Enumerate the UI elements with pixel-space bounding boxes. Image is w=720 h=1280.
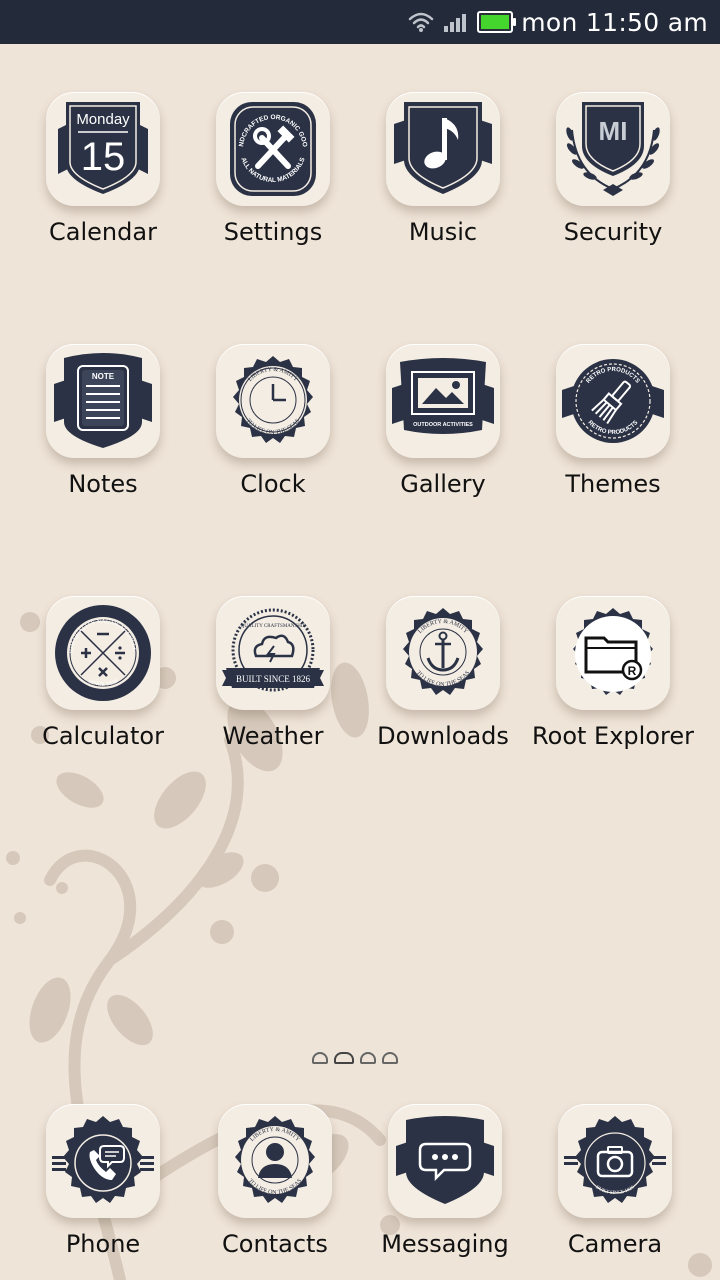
tile: NOTE: [46, 344, 160, 458]
tile: LIBERTY & AMITY TO LIFE ON THE SEAS: [218, 1104, 332, 1218]
app-settings[interactable]: HANDCRAFTED ORGANIC GOODS ALL NATURAL MA…: [188, 92, 358, 246]
app-label: Calculator: [42, 722, 164, 750]
app-label: Calendar: [49, 218, 157, 246]
status-time: mon 11:50 am: [521, 7, 708, 37]
app-security[interactable]: MI Security: [528, 92, 698, 246]
page-dot[interactable]: [312, 1052, 328, 1064]
weather-ribbon: BUILT SINCE 1826: [236, 674, 311, 684]
calendar-day: Monday: [76, 111, 130, 128]
app-label: Notes: [68, 470, 138, 498]
tile: OUTDOOR ACTIVITIES: [386, 344, 500, 458]
tile: BUILT SINCE 1826: [558, 1104, 672, 1218]
page-dot-active[interactable]: [334, 1052, 354, 1064]
app-calculator[interactable]: PREMIUM QUALITY NAUTICAL COLLECTION SINC…: [18, 596, 188, 750]
app-label: Gallery: [400, 470, 486, 498]
tile: LIBERTY & AMITY TO LIFE ON THE SEAS: [216, 344, 330, 458]
app-label: Phone: [65, 1230, 141, 1258]
status-bar: mon 11:50 am: [0, 0, 720, 44]
tile: [388, 1104, 502, 1218]
app-themes[interactable]: RETRO PRODUCTS RETRO PRODUCTS Themes: [528, 344, 698, 498]
app-gallery[interactable]: OUTDOOR ACTIVITIES Gallery: [358, 344, 528, 498]
dock-contacts[interactable]: LIBERTY & AMITY TO LIFE ON THE SEAS Cont…: [190, 1104, 360, 1258]
tile: Monday 15: [46, 92, 160, 206]
tile: [386, 92, 500, 206]
calendar-icon: Monday 15: [58, 102, 148, 194]
security-icon: MI: [566, 102, 660, 196]
wifi-icon: [409, 12, 434, 32]
clock-icon: LIBERTY & AMITY TO LIFE ON THE SEAS: [233, 356, 313, 443]
app-label: Music: [408, 218, 478, 246]
tile: LIBERTY & AMITY TO LIFE ON THE SEAS: [386, 596, 500, 710]
notes-icon: NOTE: [54, 353, 152, 448]
app-music[interactable]: Music: [358, 92, 528, 246]
message-icon: [396, 1116, 494, 1204]
app-label: Root Explorer: [532, 722, 694, 750]
app-calendar[interactable]: Monday 15 Calendar: [18, 92, 188, 246]
app-label: Settings: [223, 218, 323, 246]
app-label: Themes: [565, 470, 661, 498]
brush-icon: RETRO PRODUCTS RETRO PRODUCTS: [562, 359, 664, 443]
dock-camera[interactable]: BUILT SINCE 1826 Camera: [530, 1104, 700, 1258]
security-logo-text: MI: [599, 116, 628, 146]
calculator-icon: PREMIUM QUALITY NAUTICAL COLLECTION SINC…: [48, 598, 151, 701]
app-label: Contacts: [222, 1230, 328, 1258]
dock-messaging[interactable]: Messaging: [360, 1104, 530, 1258]
gallery-icon: OUTDOOR ACTIVITIES: [392, 358, 494, 434]
app-clock[interactable]: LIBERTY & AMITY TO LIFE ON THE SEAS Cloc…: [188, 344, 358, 498]
app-notes[interactable]: NOTE Notes: [18, 344, 188, 498]
tile: HANDCRAFTED ORGANIC GOODS ALL NATURAL MA…: [216, 92, 330, 206]
tile: RETRO PRODUCTS RETRO PRODUCTS: [556, 344, 670, 458]
anchor-icon: LIBERTY & AMITY TO LIFE ON THE SEAS: [403, 608, 483, 695]
app-label: Camera: [567, 1230, 663, 1258]
weather-icon: QUALITY CRAFTSMANSHIP BUILT SINCE 1826: [222, 608, 324, 692]
settings-icon: HANDCRAFTED ORGANIC GOODS ALL NATURAL MA…: [218, 94, 316, 196]
tile: PREMIUM QUALITY NAUTICAL COLLECTION SINC…: [46, 596, 160, 710]
app-root-explorer[interactable]: R Root Explorer: [528, 596, 698, 750]
page-dot[interactable]: [360, 1052, 376, 1064]
gallery-banner: OUTDOOR ACTIVITIES: [413, 422, 473, 428]
app-label: Security: [563, 218, 663, 246]
tile: R: [556, 596, 670, 710]
weather-top-text: QUALITY CRAFTSMANSHIP: [241, 624, 306, 629]
page-indicator[interactable]: [312, 1052, 398, 1064]
tile: [46, 1104, 160, 1218]
app-label: Downloads: [377, 722, 509, 750]
phone-icon: [52, 1116, 154, 1203]
app-label: Messaging: [381, 1230, 509, 1258]
tile: QUALITY CRAFTSMANSHIP BUILT SINCE 1826: [216, 596, 330, 710]
app-label: Clock: [240, 470, 306, 498]
app-weather[interactable]: QUALITY CRAFTSMANSHIP BUILT SINCE 1826 W…: [188, 596, 358, 750]
dock-phone[interactable]: Phone: [18, 1104, 188, 1258]
contacts-icon: LIBERTY & AMITY TO LIFE ON THE SEAS: [235, 1116, 315, 1203]
root-explorer-icon: R: [573, 608, 653, 695]
note-title: NOTE: [92, 372, 115, 381]
page-dot[interactable]: [382, 1052, 398, 1064]
signal-icon: [444, 14, 467, 32]
tile: MI: [556, 92, 670, 206]
app-label: Weather: [222, 722, 324, 750]
svg-text:R: R: [628, 664, 637, 678]
music-note-icon: [394, 102, 492, 194]
camera-icon: BUILT SINCE 1826: [564, 1116, 666, 1203]
battery-icon: [477, 11, 517, 33]
app-downloads[interactable]: LIBERTY & AMITY TO LIFE ON THE SEAS Down…: [358, 596, 528, 750]
calendar-date: 15: [81, 135, 126, 179]
